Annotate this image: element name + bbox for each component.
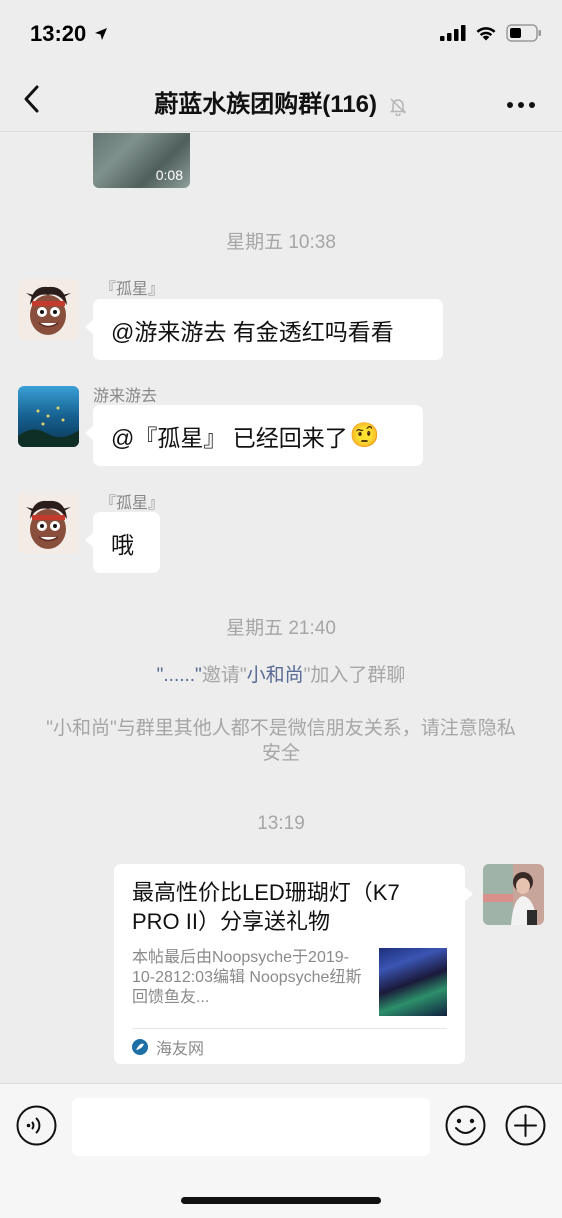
leaf-logo-icon [132, 1038, 148, 1055]
photo-avatar-icon [483, 864, 544, 925]
card-source: 海友网 [132, 1028, 447, 1064]
status-indicators [440, 24, 542, 42]
message-bubble[interactable]: @游来游去 有金透红吗看看 [85, 299, 443, 360]
link-card[interactable]: 最高性价比LED珊瑚灯（K7 PRO II）分享送礼物 本帖最后由Noopsyc… [114, 864, 473, 1064]
message-input[interactable] [72, 1098, 430, 1156]
system-message-privacy: "小和尚"与群里其他人都不是微信朋友关系，请注意隐私安全 [46, 718, 516, 764]
avatar-guxing[interactable] [18, 493, 79, 554]
card-body: 本帖最后由Noopsyche于2019-10-2812:03编辑 Noopsyc… [132, 948, 447, 1018]
video-message[interactable]: 0:08 [93, 133, 190, 188]
timestamp: 星期五 21:40 [226, 618, 336, 639]
emoji-icon [445, 1105, 486, 1146]
message-bubble[interactable]: 哦 [85, 512, 160, 573]
avatar-guxing[interactable] [18, 279, 79, 340]
plus-icon [505, 1105, 546, 1146]
raised-eyebrow-emoji: 🤨 [349, 422, 380, 449]
chat-title: 蔚蓝水族团购群(116) [0, 84, 562, 119]
voice-icon [16, 1105, 57, 1146]
cartoon-avatar-icon [18, 493, 79, 554]
video-duration: 0:08 [155, 167, 183, 183]
location-arrow-icon [95, 28, 108, 40]
message-list[interactable]: 0:08 星期五 10:38 『孤星』 @游来游去 有金透红吗看看 游来游去 @… [0, 133, 562, 1083]
battery-icon [506, 24, 541, 42]
emoji-button[interactable] [445, 1105, 486, 1146]
card-title: 最高性价比LED珊瑚灯（K7 PRO II）分享送礼物 [132, 880, 400, 934]
wifi-icon [476, 27, 496, 41]
more-options-button[interactable] [506, 96, 536, 108]
cartoon-avatar-icon [18, 279, 79, 340]
sender-name: 『孤星』 [100, 495, 165, 512]
avatar-self[interactable] [483, 864, 544, 925]
avatar-youlaiyouqu[interactable] [18, 386, 79, 447]
card-source-name: 海友网 [156, 1040, 205, 1058]
sender-name: 游来游去 [93, 388, 158, 405]
invitee-name[interactable]: 小和尚 [247, 665, 304, 686]
home-indicator[interactable] [181, 1197, 381, 1204]
message-bubble[interactable]: @『孤星』 已经回来了 🤨 [85, 405, 423, 466]
message-text: 哦 [111, 531, 134, 558]
message-text: @游来游去 有金透红吗看看 [111, 318, 394, 345]
card-description: 本帖最后由Noopsyche于2019-10-2812:03编辑 Noopsyc… [132, 949, 362, 1006]
more-dots-icon [507, 102, 535, 108]
group-name: 蔚蓝水族团购群(116) [154, 91, 378, 118]
status-time: 13:20 [30, 21, 108, 47]
mute-bell-icon [389, 98, 406, 116]
cellular-signal-icon [440, 25, 466, 41]
more-functions-button[interactable] [505, 1105, 546, 1146]
underwater-avatar-icon [18, 386, 79, 447]
timestamp: 星期五 10:38 [226, 232, 336, 253]
timestamp: 13:19 [257, 813, 305, 834]
chat-header: 蔚蓝水族团购群(116) [0, 66, 562, 132]
message-text: @『孤星』 已经回来了 [111, 424, 348, 451]
inviter-name[interactable]: "......" [157, 665, 202, 686]
voice-button[interactable] [16, 1105, 57, 1146]
card-thumbnail [379, 948, 447, 1016]
system-message-invite: "......"邀请"小和尚"加入了群聊 [156, 665, 406, 686]
sender-name: 『孤星』 [100, 281, 165, 298]
status-bar: 13:20 [0, 0, 562, 66]
